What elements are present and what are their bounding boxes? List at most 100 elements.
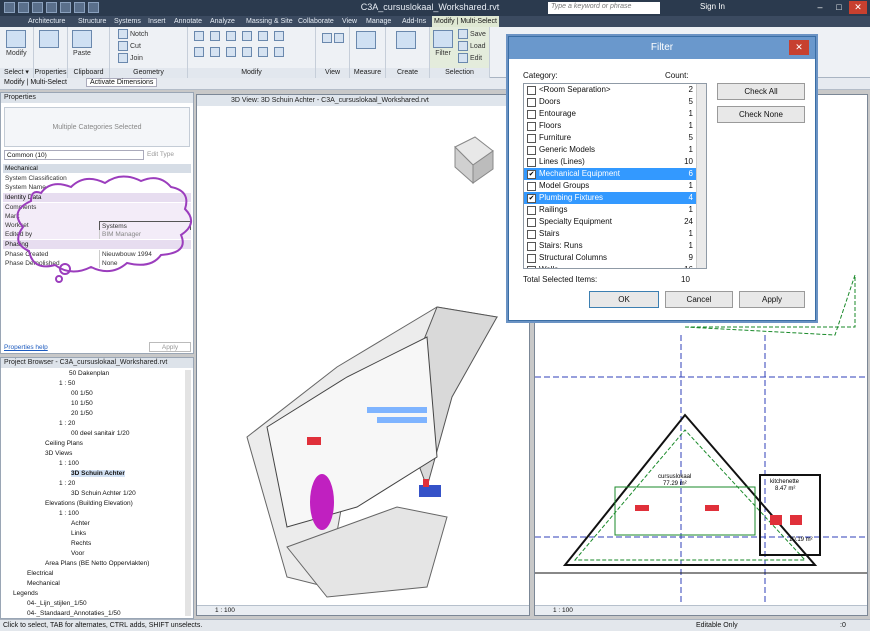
- category-checkbox[interactable]: [527, 230, 536, 239]
- category-row[interactable]: ✔ Mechanical Equipment 6: [524, 168, 696, 180]
- category-checkbox[interactable]: ✔: [527, 170, 536, 179]
- minimize-icon[interactable]: –: [811, 1, 829, 14]
- editable-only-toggle[interactable]: Editable Only: [696, 620, 738, 631]
- filter-count[interactable]: :0: [840, 620, 846, 631]
- hide-icon[interactable]: [322, 33, 332, 43]
- measure-button[interactable]: [356, 31, 376, 49]
- tree-node[interactable]: Voor: [71, 550, 84, 557]
- category-row[interactable]: Railings 1: [524, 204, 696, 216]
- mirror-icon[interactable]: [226, 31, 236, 41]
- tree-node[interactable]: Area Plans (BE Netto Oppervlakten): [45, 560, 149, 567]
- join-button[interactable]: Join: [118, 53, 143, 63]
- tree-node-selected[interactable]: 3D Schuin Achter: [71, 470, 125, 477]
- instance-filter-dropdown[interactable]: Common (10): [4, 150, 144, 160]
- tree-node[interactable]: Ceiling Plans: [45, 440, 83, 447]
- category-checkbox[interactable]: [527, 218, 536, 227]
- category-row[interactable]: Walls 16: [524, 264, 696, 268]
- check-all-button[interactable]: Check All: [717, 83, 805, 100]
- measure-icon[interactable]: [74, 2, 85, 13]
- search-input[interactable]: Type a keyword or phrase: [548, 2, 660, 14]
- view-3d-controls[interactable]: 1 : 100: [197, 605, 529, 615]
- view-plan-controls[interactable]: 1 : 100: [535, 605, 867, 615]
- tab-view[interactable]: View: [340, 16, 359, 27]
- view-3d[interactable]: 3D View: 3D Schuin Achter - C3A_cursuslo…: [196, 94, 530, 616]
- print-icon[interactable]: [60, 2, 71, 13]
- tab-add-ins[interactable]: Add-Ins: [400, 16, 428, 27]
- category-checkbox[interactable]: ✔: [527, 194, 536, 203]
- category-checkbox[interactable]: [527, 182, 536, 191]
- tree-node[interactable]: 20 1/50: [71, 410, 93, 417]
- copy-icon[interactable]: [258, 31, 268, 41]
- check-none-button[interactable]: Check None: [717, 106, 805, 123]
- tree-node[interactable]: Achter: [71, 520, 90, 527]
- quick-access-toolbar[interactable]: [4, 2, 164, 14]
- modify-button[interactable]: Modify: [6, 30, 27, 57]
- tree-node[interactable]: 04-_Lijn_stijlen_1/50: [27, 600, 87, 607]
- category-row[interactable]: Structural Columns 9: [524, 252, 696, 264]
- scale-icon[interactable]: [242, 47, 252, 57]
- move-icon[interactable]: [242, 31, 252, 41]
- redo-icon[interactable]: [46, 2, 57, 13]
- edit-type-button[interactable]: Edit Type: [147, 150, 191, 160]
- view-tools[interactable]: [322, 33, 344, 43]
- category-row[interactable]: Stairs: Runs 1: [524, 240, 696, 252]
- category-list[interactable]: <Room Separation> 2 Doors 5 Entourage 1 Floors…: [523, 83, 707, 269]
- notch-button[interactable]: Notch: [118, 29, 148, 39]
- category-list-scrollbar[interactable]: [696, 84, 706, 268]
- tree-node[interactable]: 00 deel sanitair 1/20: [71, 430, 130, 437]
- rotate-icon[interactable]: [274, 31, 284, 41]
- category-row[interactable]: <Room Separation> 2: [524, 84, 696, 96]
- filter-button[interactable]: Filter: [433, 30, 453, 57]
- undo-icon[interactable]: [32, 2, 43, 13]
- sign-in-link[interactable]: Sign In: [700, 2, 725, 11]
- category-row[interactable]: Lines (Lines) 10: [524, 156, 696, 168]
- category-checkbox[interactable]: [527, 146, 536, 155]
- properties-button[interactable]: [39, 30, 59, 48]
- split-icon[interactable]: [210, 47, 220, 57]
- tree-node[interactable]: Elevations (Building Elevation): [45, 500, 133, 507]
- tab-annotate[interactable]: Annotate: [172, 16, 204, 27]
- tab-systems[interactable]: Systems: [112, 16, 143, 27]
- category-row[interactable]: Floors 1: [524, 120, 696, 132]
- category-checkbox[interactable]: [527, 206, 536, 215]
- tree-node[interactable]: 50 Dakenplan: [69, 370, 109, 377]
- category-row[interactable]: Stairs 1: [524, 228, 696, 240]
- save-selection-button[interactable]: Save: [458, 29, 486, 39]
- tree-node[interactable]: 1 : 20: [59, 420, 75, 427]
- category-checkbox[interactable]: [527, 86, 536, 95]
- close-icon[interactable]: ✕: [849, 1, 867, 14]
- properties-help-link[interactable]: Properties help: [4, 344, 48, 351]
- save-icon[interactable]: [18, 2, 29, 13]
- category-checkbox[interactable]: [527, 158, 536, 167]
- edit-selection-button[interactable]: Edit: [458, 53, 482, 63]
- close-icon[interactable]: ✕: [789, 40, 809, 55]
- category-row[interactable]: ✔ Plumbing Fixtures 4: [524, 192, 696, 204]
- category-row[interactable]: Entourage 1: [524, 108, 696, 120]
- 3d-model-graphic[interactable]: [197, 107, 529, 605]
- tree-node[interactable]: 10 1/50: [71, 400, 93, 407]
- tab-analyze[interactable]: Analyze: [208, 16, 237, 27]
- category-row[interactable]: Furniture 5: [524, 132, 696, 144]
- maximize-icon[interactable]: □: [830, 1, 848, 14]
- tab-collaborate[interactable]: Collaborate: [296, 16, 336, 27]
- tab-architecture[interactable]: Architecture: [26, 16, 67, 27]
- tree-node[interactable]: 3D Schuin Achter 1/20: [71, 490, 136, 497]
- category-checkbox[interactable]: [527, 134, 536, 143]
- apply-button[interactable]: Apply: [149, 342, 191, 352]
- delete-icon[interactable]: [274, 47, 284, 57]
- offset-icon[interactable]: [210, 31, 220, 41]
- tree-node[interactable]: 3D Views: [45, 450, 72, 457]
- array-icon[interactable]: [226, 47, 236, 57]
- section-mechanical[interactable]: Mechanical: [3, 164, 191, 173]
- cancel-button[interactable]: Cancel: [665, 291, 733, 308]
- tab-modify-multi-select[interactable]: Modify | Multi-Select: [432, 16, 499, 27]
- activate-dimensions-button[interactable]: Activate Dimensions: [86, 78, 158, 87]
- tree-node[interactable]: Rechts: [71, 540, 91, 547]
- tree-node[interactable]: 1 : 100: [59, 510, 79, 517]
- tree-node[interactable]: Electrical: [27, 570, 53, 577]
- tab-manage[interactable]: Manage: [364, 16, 393, 27]
- modify-tools[interactable]: [194, 31, 284, 41]
- tree-node[interactable]: 1 : 20: [59, 480, 75, 487]
- pin-icon[interactable]: [258, 47, 268, 57]
- group-label-select[interactable]: Select ▾: [0, 68, 33, 78]
